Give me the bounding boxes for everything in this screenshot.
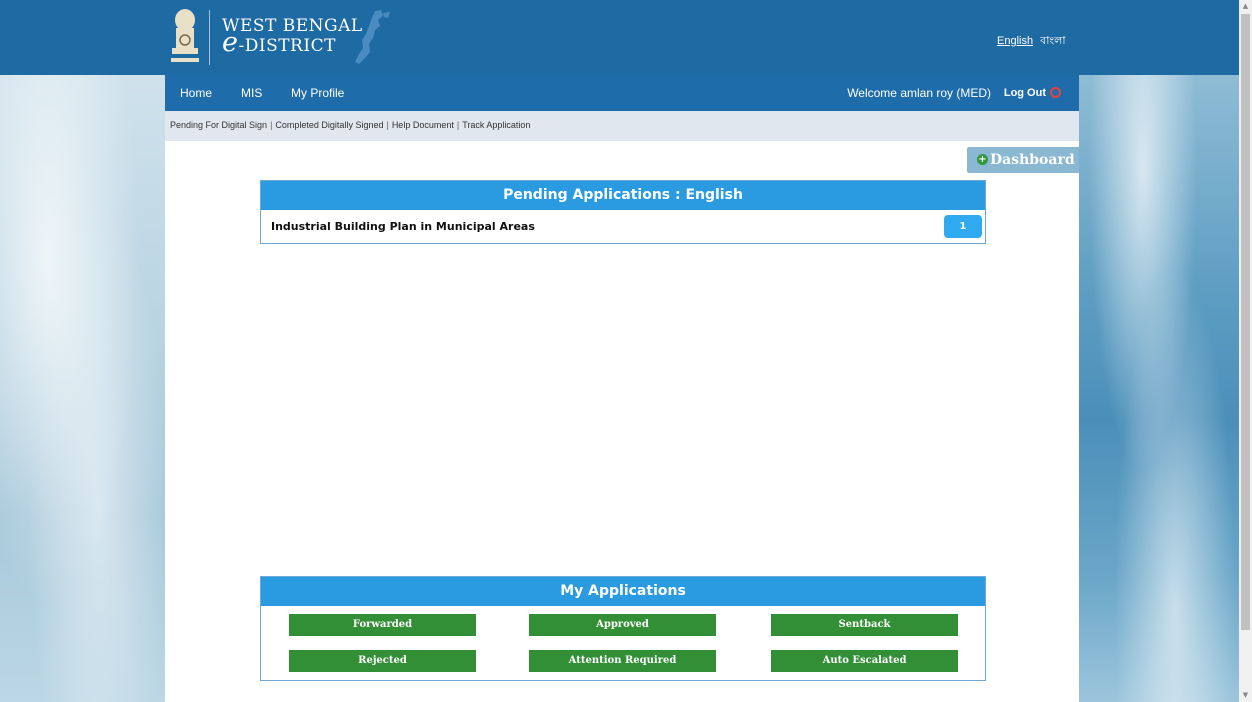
- attention-required-button[interactable]: Attention Required: [529, 650, 716, 672]
- subnav-track-application[interactable]: Track Application: [462, 120, 530, 130]
- lang-bangla-link[interactable]: বাংলা: [1040, 35, 1065, 47]
- sentback-button[interactable]: Sentback: [771, 614, 958, 636]
- subnav-separator: |: [270, 120, 273, 130]
- forwarded-button[interactable]: Forwarded: [289, 614, 476, 636]
- subnav-separator: |: [386, 120, 389, 130]
- logout-label: Log Out: [1003, 87, 1046, 99]
- nav-home[interactable]: Home: [180, 86, 212, 100]
- brand-subtitle: e-DISTRICT: [222, 29, 336, 56]
- power-icon: [1050, 86, 1061, 98]
- pending-applications-title: Pending Applications : English: [261, 181, 985, 210]
- scrollbar-thumb[interactable]: [1241, 14, 1250, 630]
- pending-applications-panel: Pending Applications : English Industria…: [260, 180, 986, 244]
- sub-nav: Pending For Digital Sign | Completed Digit…: [165, 111, 1079, 141]
- main-nav: Home MIS My Profile Welcome amlan roy (M…: [165, 75, 1079, 111]
- brand-district: -DISTRICT: [238, 36, 336, 56]
- auto-escalated-button[interactable]: Auto Escalated: [771, 650, 958, 672]
- subnav-separator: |: [456, 120, 460, 130]
- my-applications-panel: My Applications Forwarded Approved Sentb…: [260, 576, 986, 681]
- dashboard-label: Dashboard: [990, 152, 1075, 168]
- nav-mis[interactable]: MIS: [241, 86, 262, 100]
- vertical-scrollbar[interactable]: ▲ ▼: [1239, 0, 1252, 702]
- background-sky-right: [1079, 75, 1239, 702]
- subnav-help-document[interactable]: Help Document: [392, 120, 454, 130]
- brand-divider: [209, 10, 210, 65]
- language-switch: English বাংলা: [997, 32, 1066, 51]
- pending-count-badge[interactable]: 1: [944, 215, 982, 238]
- lang-english-link[interactable]: English: [997, 35, 1033, 47]
- subnav-completed-digitally-signed[interactable]: Completed Digitally Signed: [275, 120, 383, 130]
- main-content: + Dashboard Pending Applications : Englis…: [165, 141, 1079, 702]
- background-sky-left: [0, 75, 165, 702]
- logout-link[interactable]: Log Out: [1003, 86, 1061, 99]
- rejected-button[interactable]: Rejected: [289, 650, 476, 672]
- brand-e: e: [222, 27, 239, 58]
- my-applications-title: My Applications: [261, 577, 985, 606]
- nav-my-profile[interactable]: My Profile: [291, 86, 344, 100]
- site-header: WEST BENGAL e-DISTRICT English বাংলা: [0, 0, 1239, 75]
- pending-row-label[interactable]: Industrial Building Plan in Municipal Ar…: [271, 220, 535, 233]
- west-bengal-map-icon: [355, 10, 390, 64]
- plus-circle-icon: +: [977, 153, 988, 165]
- pending-row[interactable]: Industrial Building Plan in Municipal Ar…: [261, 210, 985, 242]
- approved-button[interactable]: Approved: [529, 614, 716, 636]
- subnav-pending-digital-sign[interactable]: Pending For Digital Sign: [170, 120, 267, 130]
- scroll-down-icon[interactable]: ▼: [1239, 689, 1252, 702]
- state-emblem-icon: [171, 9, 199, 62]
- scroll-up-icon[interactable]: ▲: [1239, 0, 1252, 13]
- welcome-text: Welcome amlan roy (MED): [847, 86, 991, 100]
- dashboard-button[interactable]: + Dashboard: [967, 147, 1079, 173]
